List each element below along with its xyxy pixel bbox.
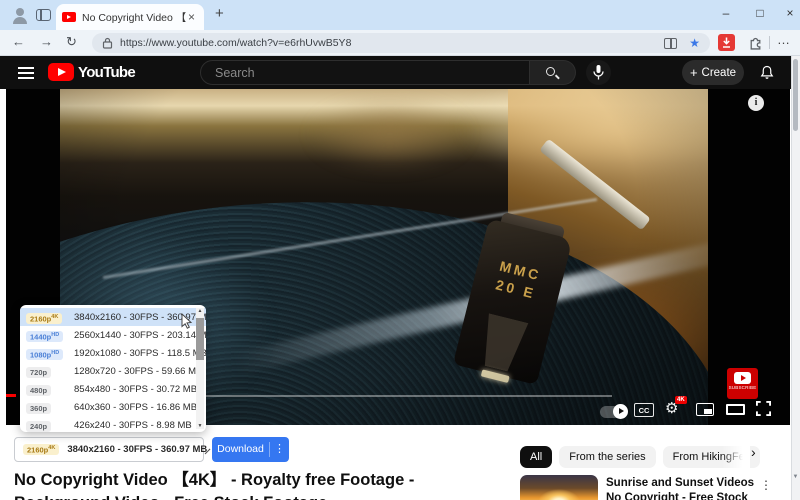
chips-next-icon[interactable]: › <box>751 444 756 460</box>
settings-gear-icon[interactable]: ⚙ 4K <box>665 396 687 417</box>
tab-close-icon[interactable]: × <box>188 10 195 24</box>
selected-quality-badge: 2160p4K <box>23 443 60 456</box>
workspace-icon[interactable] <box>36 9 51 21</box>
microphone-icon <box>593 65 604 80</box>
chip-all[interactable]: All <box>520 446 553 468</box>
plus-icon: + <box>689 65 698 80</box>
download-options-icon[interactable]: ⋮ <box>270 437 289 462</box>
info-icon[interactable]: i <box>748 95 764 111</box>
quality-dropdown: 2160p4K 3840x2160 - 30FPS - 360.97 MB 14… <box>20 305 206 432</box>
toolbar-divider <box>769 36 770 49</box>
quality-option-480p[interactable]: 480p 854x480 - 30FPS - 30.72 MB <box>20 380 206 398</box>
youtube-play-icon <box>48 63 74 81</box>
quality-option-360p[interactable]: 360p 640x360 - 30FPS - 16.86 MB <box>20 398 206 416</box>
quality-option-240p[interactable]: 240p 426x240 - 30FPS - 8.98 MB <box>20 416 206 432</box>
subtitles-button[interactable]: CC <box>634 403 654 417</box>
lock-icon <box>102 37 113 49</box>
quality-option-720p[interactable]: 720p 1280x720 - 30FPS - 59.66 MB <box>20 362 206 380</box>
page-scrollbar-thumb[interactable] <box>793 59 798 131</box>
seekbar-progress[interactable] <box>6 394 16 397</box>
hamburger-menu-icon[interactable] <box>18 67 34 79</box>
create-button[interactable]: + Create <box>682 60 744 85</box>
youtube-header: YouTube Search + Create <box>0 56 800 89</box>
maximize-button[interactable]: □ <box>750 6 770 20</box>
suggested-video-menu-icon[interactable]: ⋮ <box>760 478 772 492</box>
channel-watermark-subscribe[interactable]: SUBSCRIBE <box>727 368 758 399</box>
mouse-cursor <box>180 312 194 334</box>
chips-fade <box>722 444 750 470</box>
miniplayer-icon[interactable] <box>696 403 714 416</box>
forward-icon[interactable]: → <box>40 34 53 49</box>
sunrise-art <box>538 489 580 500</box>
quality-badge: 4K <box>675 396 687 404</box>
suggested-video-title[interactable]: Sunrise and Sunset Videos No Copyright -… <box>606 476 758 500</box>
minimize-button[interactable]: – <box>716 6 736 20</box>
extensions-icon[interactable] <box>748 35 763 55</box>
favorite-star-icon[interactable]: ★ <box>689 36 700 50</box>
dropdown-scrollbar-thumb[interactable] <box>196 318 204 360</box>
quality-option-2160p[interactable]: 2160p4K 3840x2160 - 30FPS - 360.97 MB <box>20 308 206 326</box>
split-screen-icon[interactable] <box>664 37 678 49</box>
browser-tab[interactable]: No Copyright Video 【4K】 - Royal × <box>56 4 204 30</box>
search-input[interactable]: Search <box>200 60 530 85</box>
search-placeholder: Search <box>215 65 255 80</box>
video-title: No Copyright Video 【4K】 - Royalty free F… <box>14 471 415 500</box>
quality-option-1440p[interactable]: 1440pHD 2560x1440 - 30FPS - 203.14 MB <box>20 326 206 344</box>
new-tab-button[interactable]: + <box>215 5 224 22</box>
scroll-down-icon[interactable]: ▼ <box>196 423 204 429</box>
youtube-logo[interactable]: YouTube <box>48 63 136 81</box>
suggested-video-thumbnail[interactable] <box>520 475 598 500</box>
quality-select[interactable]: 2160p4K 3840x2160 - 30FPS - 360.97 MB <box>14 437 211 462</box>
browser-titlebar: No Copyright Video 【4K】 - Royal × + – □ … <box>0 0 800 30</box>
download-split-button[interactable]: Download ⋮ <box>212 437 289 462</box>
search-icon <box>546 67 555 76</box>
browser-window: No Copyright Video 【4K】 - Royal × + – □ … <box>0 0 800 500</box>
browser-toolbar: ← → ↻ https://www.youtube.com/watch?v=e6… <box>0 30 800 56</box>
close-button[interactable]: × <box>780 6 800 20</box>
tab-title: No Copyright Video 【4K】 - Royal <box>82 11 186 24</box>
voice-search-button[interactable] <box>586 60 611 85</box>
notifications-bell-icon[interactable] <box>758 63 776 87</box>
autoplay-toggle[interactable] <box>600 404 628 419</box>
url-text: https://www.youtube.com/watch?v=e6rhUvwB… <box>120 37 352 49</box>
back-icon[interactable]: ← <box>12 34 25 49</box>
search-button[interactable] <box>530 60 576 85</box>
address-bar[interactable]: https://www.youtube.com/watch?v=e6rhUvwB… <box>92 33 710 53</box>
profile-icon[interactable] <box>12 7 28 24</box>
download-button[interactable]: Download <box>212 437 269 462</box>
fullscreen-icon[interactable] <box>756 401 771 421</box>
browser-menu-icon[interactable]: … <box>777 32 791 47</box>
page-scroll-down-icon[interactable]: ▼ <box>791 474 800 480</box>
watermark-play-icon <box>734 372 751 384</box>
youtube-favicon <box>62 12 76 22</box>
autoplay-play-icon <box>613 404 628 419</box>
seekbar-track[interactable] <box>205 395 612 397</box>
downloader-extension-icon[interactable] <box>718 34 735 51</box>
chip-from-the-series[interactable]: From the series <box>559 446 656 468</box>
scroll-up-icon[interactable]: ▲ <box>196 308 204 314</box>
reload-icon[interactable]: ↻ <box>66 34 77 50</box>
theater-mode-icon[interactable] <box>726 404 745 415</box>
quality-option-1080p[interactable]: 1080pHD 1920x1080 - 30FPS - 118.5 MB <box>20 344 206 362</box>
